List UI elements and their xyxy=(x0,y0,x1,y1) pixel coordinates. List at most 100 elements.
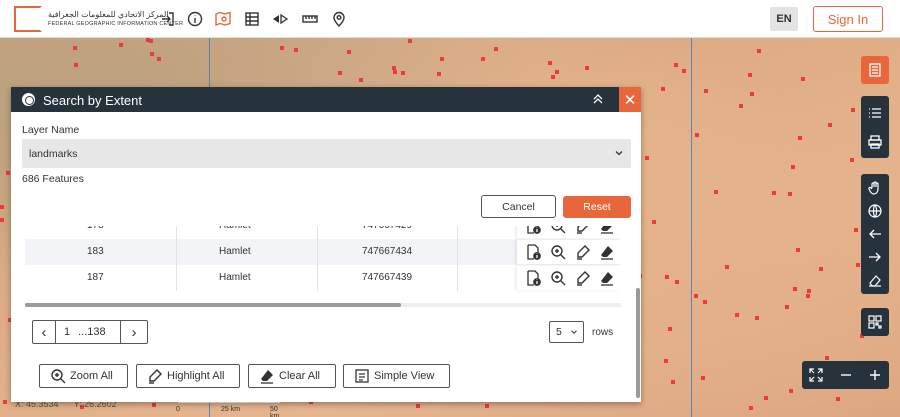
next-page-button[interactable]: › xyxy=(120,320,148,344)
map-marker[interactable] xyxy=(724,265,729,270)
feature-info-icon[interactable] xyxy=(525,226,541,234)
map-marker[interactable] xyxy=(700,376,705,381)
map-marker[interactable] xyxy=(156,56,161,61)
map-marker[interactable] xyxy=(757,48,762,53)
map-marker[interactable] xyxy=(850,107,855,112)
map-marker[interactable] xyxy=(148,39,153,44)
simple-view-button[interactable]: Simple View xyxy=(343,364,450,388)
map-marker[interactable] xyxy=(703,88,708,93)
fgic-logo[interactable] xyxy=(14,6,42,32)
map-marker[interactable] xyxy=(806,293,811,298)
map-marker[interactable] xyxy=(151,402,156,407)
eraser-icon[interactable] xyxy=(599,244,615,260)
map-marker[interactable] xyxy=(392,69,397,74)
map-marker[interactable] xyxy=(714,190,719,195)
eraser-icon[interactable] xyxy=(599,270,615,286)
map-marker[interactable] xyxy=(681,68,686,73)
map-marker[interactable] xyxy=(675,279,680,284)
table-row[interactable]: 187Hamlet74766743910 xyxy=(25,265,621,291)
map-marker[interactable] xyxy=(485,404,490,409)
map-marker[interactable] xyxy=(280,45,285,50)
language-toggle[interactable]: EN xyxy=(770,7,798,31)
table-row[interactable]: 183Hamlet74766743410 xyxy=(25,239,621,265)
collapse-icon[interactable] xyxy=(591,92,605,106)
zoom-to-icon[interactable] xyxy=(550,270,566,286)
map-marker[interactable] xyxy=(555,69,560,74)
map-marker[interactable] xyxy=(665,274,670,279)
prev-page-button[interactable]: ‹ xyxy=(32,320,56,344)
map-marker[interactable] xyxy=(661,86,666,91)
info-icon[interactable] xyxy=(186,10,204,28)
map-marker[interactable] xyxy=(6,171,11,176)
zoom-out-icon[interactable] xyxy=(832,361,860,389)
page-range[interactable]: 1 ...138 xyxy=(56,320,120,344)
map-marker[interactable] xyxy=(408,39,413,44)
rows-per-page-select[interactable]: 5 xyxy=(549,321,584,343)
location-pin-icon[interactable] xyxy=(330,10,348,28)
map-marker[interactable] xyxy=(695,132,700,137)
map-marker[interactable] xyxy=(750,91,755,96)
map-marker[interactable] xyxy=(828,122,833,127)
horizontal-scrollbar[interactable] xyxy=(25,303,621,307)
map-marker[interactable] xyxy=(763,396,768,401)
print-icon[interactable] xyxy=(861,128,889,156)
map-marker[interactable] xyxy=(789,388,794,393)
map-search-icon[interactable] xyxy=(214,10,232,28)
compare-icon[interactable] xyxy=(271,10,289,28)
map-marker[interactable] xyxy=(664,359,669,364)
map-marker[interactable] xyxy=(3,400,8,405)
map-marker[interactable] xyxy=(797,135,802,140)
map-marker[interactable] xyxy=(347,49,352,54)
map-marker[interactable] xyxy=(772,191,777,196)
table-row[interactable]: 178Hamlet74766742910 xyxy=(25,226,621,239)
table-icon[interactable] xyxy=(243,10,261,28)
eraser-icon[interactable] xyxy=(599,226,615,234)
map-marker[interactable] xyxy=(792,286,797,291)
map-marker[interactable] xyxy=(785,305,790,310)
layers-panel-button[interactable] xyxy=(861,56,889,84)
list-icon[interactable] xyxy=(861,99,889,127)
map-marker[interactable] xyxy=(547,61,552,66)
fullscreen-icon[interactable] xyxy=(802,361,830,389)
map-marker[interactable] xyxy=(738,104,743,108)
scrollbar-thumb[interactable] xyxy=(25,303,401,307)
map-marker[interactable] xyxy=(673,62,678,67)
map-marker[interactable] xyxy=(437,72,442,77)
map-marker[interactable] xyxy=(788,191,793,196)
vertical-scrollbar[interactable] xyxy=(636,288,640,398)
zoom-to-icon[interactable] xyxy=(550,226,566,234)
map-marker[interactable] xyxy=(824,356,829,361)
map-marker[interactable] xyxy=(819,267,824,272)
map-marker[interactable] xyxy=(855,263,860,268)
map-marker[interactable] xyxy=(668,327,673,332)
highlighter-icon[interactable] xyxy=(575,244,591,260)
reset-button[interactable]: Reset xyxy=(563,196,631,218)
highlight-all-button[interactable]: Highlight All xyxy=(136,364,240,388)
clear-all-button[interactable]: Clear All xyxy=(248,364,336,388)
map-marker[interactable] xyxy=(585,66,590,71)
eraser-icon[interactable] xyxy=(861,266,889,294)
map-marker[interactable] xyxy=(806,288,811,293)
map-marker[interactable] xyxy=(551,74,556,79)
zoom-in-icon[interactable] xyxy=(861,361,889,389)
layer-select[interactable]: landmarks xyxy=(22,139,631,168)
map-marker[interactable] xyxy=(400,71,405,76)
map-marker[interactable] xyxy=(150,51,155,56)
feature-info-icon[interactable] xyxy=(525,244,541,260)
map-marker[interactable] xyxy=(835,396,840,401)
cancel-button[interactable]: Cancel xyxy=(481,195,556,218)
map-marker[interactable] xyxy=(850,158,855,163)
map-marker[interactable] xyxy=(755,315,760,320)
login-icon[interactable] xyxy=(159,10,177,28)
map-marker[interactable] xyxy=(801,76,806,81)
map-marker[interactable] xyxy=(703,299,708,304)
map-marker[interactable] xyxy=(480,57,485,62)
ruler-icon[interactable] xyxy=(301,10,319,28)
zoom-to-icon[interactable] xyxy=(550,244,566,260)
map-marker[interactable] xyxy=(790,165,795,170)
sign-in-button[interactable]: Sign In xyxy=(813,6,883,32)
map-marker[interactable] xyxy=(853,228,858,233)
map-marker[interactable] xyxy=(645,156,650,161)
map-marker[interactable] xyxy=(338,71,343,76)
zoom-all-button[interactable]: Zoom All xyxy=(39,364,128,388)
